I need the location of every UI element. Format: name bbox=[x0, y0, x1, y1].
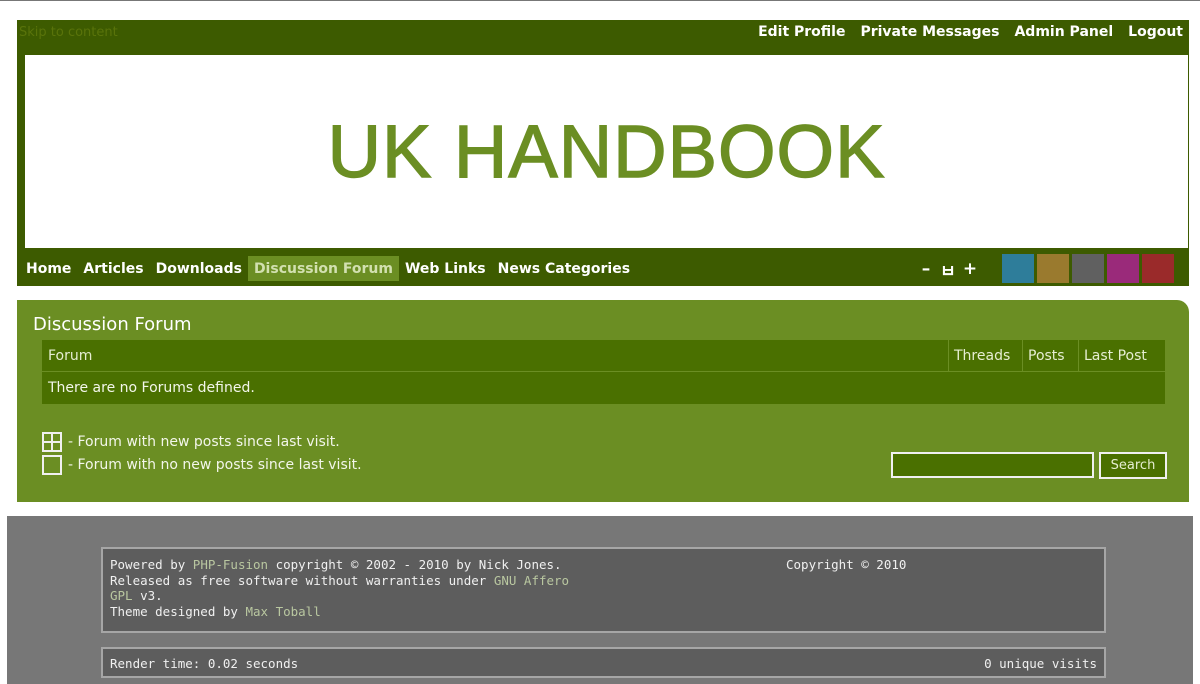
skip-to-content-link[interactable]: Skip to content bbox=[19, 25, 118, 40]
nav-menu: Home Articles Downloads Discussion Forum… bbox=[20, 256, 636, 281]
column-header-forum: Forum bbox=[48, 347, 93, 364]
theme-prefix: Theme designed by bbox=[110, 603, 246, 619]
column-header-last-post: Last Post bbox=[1078, 340, 1165, 371]
license-suffix: v3. bbox=[132, 588, 163, 603]
column-header-threads: Threads bbox=[948, 340, 1022, 371]
nav-item-news-categories[interactable]: News Categories bbox=[492, 256, 636, 281]
legend-new-posts: - Forum with new posts since last visit. bbox=[42, 430, 362, 453]
color-swatch-brown[interactable] bbox=[1037, 254, 1069, 283]
color-swatch-gray[interactable] bbox=[1072, 254, 1104, 283]
no-new-posts-icon bbox=[42, 454, 62, 475]
powered-suffix: copyright © 2002 - 2010 by Nick Jones. bbox=[268, 557, 562, 572]
decrease-font-icon[interactable]: – bbox=[915, 259, 937, 279]
admin-panel-link[interactable]: Admin Panel bbox=[1014, 24, 1113, 40]
nav-item-discussion-forum[interactable]: Discussion Forum bbox=[247, 256, 399, 281]
page-title: Discussion Forum bbox=[33, 314, 192, 335]
footer-credits: Powered by PHP-Fusion copyright © 2002 -… bbox=[110, 557, 590, 619]
released-prefix: Released as free software without warran… bbox=[110, 572, 494, 588]
forum-panel: Discussion Forum Forum Threads Posts Las… bbox=[17, 300, 1189, 502]
forum-table-header: Forum Threads Posts Last Post bbox=[42, 340, 1165, 372]
legend-no-new-posts-text: - Forum with no new posts since last vis… bbox=[68, 456, 362, 473]
nav-item-home[interactable]: Home bbox=[20, 256, 77, 281]
increase-font-icon[interactable]: + bbox=[959, 259, 981, 279]
site-header: Skip to content Edit Profile Private Mes… bbox=[17, 20, 1189, 286]
top-bar: Skip to content Edit Profile Private Mes… bbox=[17, 20, 1189, 46]
private-messages-link[interactable]: Private Messages bbox=[860, 24, 999, 40]
nav-item-downloads[interactable]: Downloads bbox=[150, 256, 248, 281]
color-swatch-blue[interactable] bbox=[1002, 254, 1034, 283]
powered-prefix: Powered by bbox=[110, 557, 193, 572]
legend-no-new-posts: - Forum with no new posts since last vis… bbox=[42, 453, 362, 476]
color-swatch-purple[interactable] bbox=[1107, 254, 1139, 283]
font-size-tools: – ㅂ + bbox=[915, 256, 981, 282]
main-navigation: Home Articles Downloads Discussion Forum… bbox=[17, 252, 1189, 286]
new-posts-icon bbox=[42, 431, 62, 452]
site-banner: UK HANDBOOK bbox=[25, 55, 1188, 248]
column-header-posts: Posts bbox=[1022, 340, 1078, 371]
table-row-empty-message: There are no Forums defined. bbox=[48, 380, 255, 396]
footer-copyright: Copyright © 2010 bbox=[786, 557, 907, 572]
php-fusion-link[interactable]: PHP-Fusion bbox=[193, 557, 268, 572]
nav-item-web-links[interactable]: Web Links bbox=[399, 256, 492, 281]
color-swatch-red[interactable] bbox=[1142, 254, 1174, 283]
nav-item-articles[interactable]: Articles bbox=[77, 256, 149, 281]
edit-profile-link[interactable]: Edit Profile bbox=[758, 24, 845, 40]
user-links: Edit Profile Private Messages Admin Pane… bbox=[758, 24, 1183, 40]
footer-info-box: Powered by PHP-Fusion copyright © 2002 -… bbox=[101, 547, 1106, 633]
forum-table: Forum Threads Posts Last Post There are … bbox=[42, 340, 1165, 404]
theme-color-swatches bbox=[1002, 254, 1174, 283]
render-time: Render time: 0.02 seconds bbox=[110, 656, 299, 671]
theme-author-link[interactable]: Max Toball bbox=[245, 604, 320, 619]
forum-legend: - Forum with new posts since last visit.… bbox=[42, 430, 362, 476]
logout-link[interactable]: Logout bbox=[1128, 24, 1183, 40]
search-button[interactable]: Search bbox=[1099, 452, 1167, 479]
reset-font-icon[interactable]: ㅂ bbox=[937, 257, 959, 282]
unique-visits: 0 unique visits bbox=[984, 656, 1097, 671]
top-rule bbox=[0, 0, 1200, 8]
footer-stats-bar: Render time: 0.02 seconds 0 unique visit… bbox=[101, 647, 1106, 678]
site-footer: Powered by PHP-Fusion copyright © 2002 -… bbox=[7, 516, 1193, 684]
site-logo[interactable]: UK HANDBOOK bbox=[327, 109, 886, 194]
legend-new-posts-text: - Forum with new posts since last visit. bbox=[68, 433, 340, 450]
forum-search-input[interactable] bbox=[891, 452, 1094, 478]
